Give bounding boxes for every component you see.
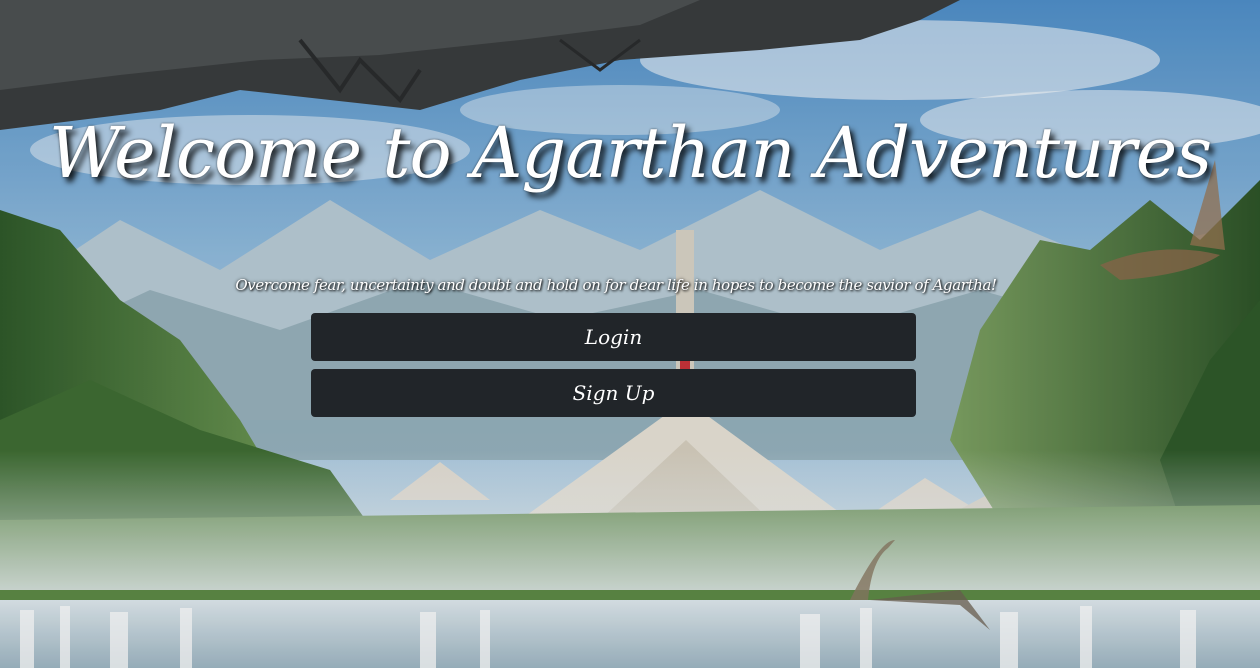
tagline: Overcome fear, uncertainty and doubt and… xyxy=(235,276,997,294)
landing-hero: Welcome to Agarthan Adventures Overcome … xyxy=(0,0,1260,668)
login-button[interactable]: Login xyxy=(311,313,916,361)
page-title: Welcome to Agarthan Adventures xyxy=(48,112,1212,194)
sign-up-button[interactable]: Sign Up xyxy=(311,369,916,417)
